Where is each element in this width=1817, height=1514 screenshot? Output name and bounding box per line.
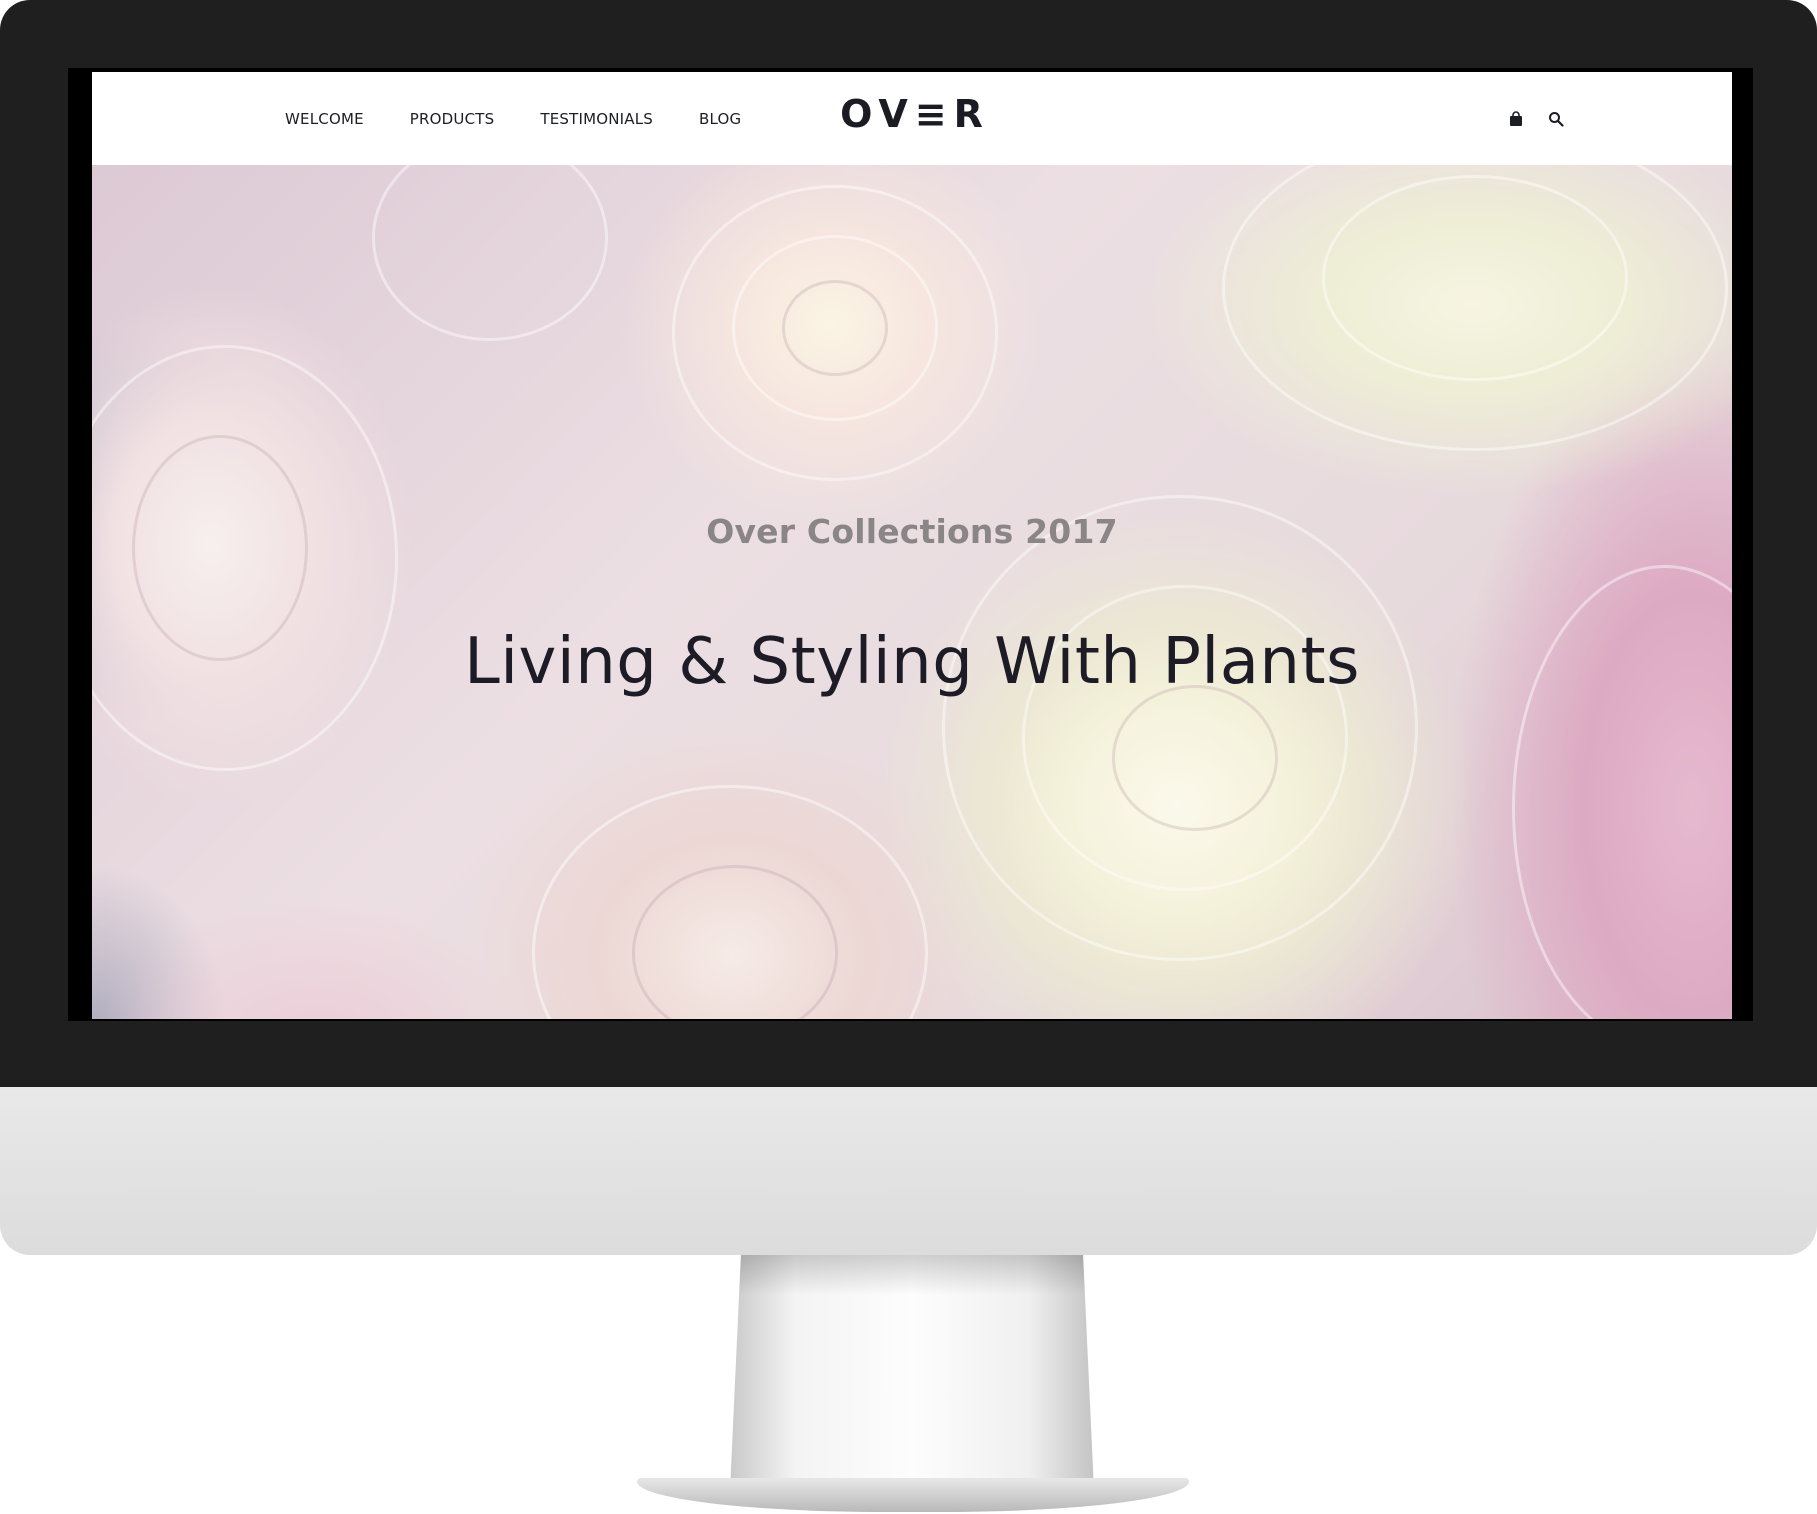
hero-banner: Over Collections 2017 Living & Styling W… [92,165,1732,1019]
hero-title: Living & Styling With Plants [464,625,1360,699]
site-header: WELCOME PRODUCTS TESTIMONIALS BLOG OV≡R [92,72,1732,165]
nav-testimonials[interactable]: TESTIMONIALS [540,110,653,128]
nav-blog[interactable]: BLOG [699,110,741,128]
hero-subtitle: Over Collections 2017 [706,512,1118,551]
search-icon[interactable] [1545,108,1567,130]
brand-logo[interactable]: OV≡R [840,90,990,138]
monitor-stand [730,1255,1094,1490]
main-nav: WELCOME PRODUCTS TESTIMONIALS BLOG [285,72,787,165]
nav-products[interactable]: PRODUCTS [410,110,495,128]
monitor-stand-base [637,1478,1189,1512]
monitor-chin [0,1087,1817,1255]
shopping-bag-icon[interactable] [1505,108,1527,130]
nav-welcome[interactable]: WELCOME [285,110,364,128]
header-icons [1505,108,1567,130]
website: WELCOME PRODUCTS TESTIMONIALS BLOG OV≡R [92,72,1732,1019]
